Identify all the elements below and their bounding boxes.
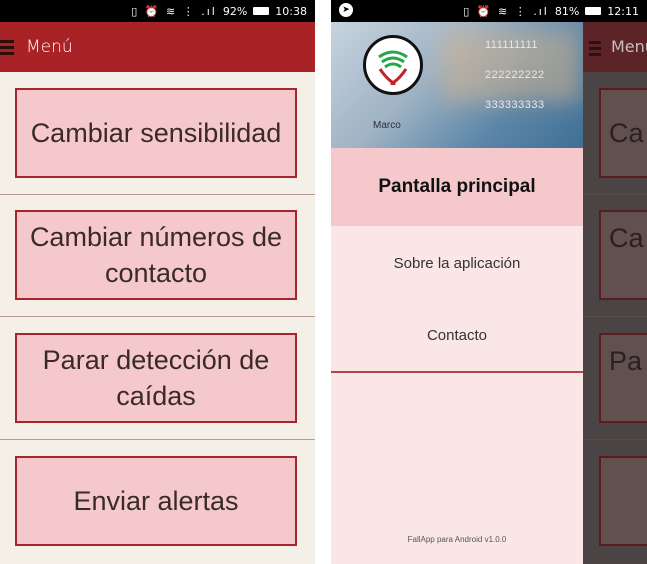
- send-alerts-button[interactable]: Enviar alertas: [15, 456, 297, 546]
- menu-icon: [589, 41, 601, 56]
- battery-percent: 81%: [554, 4, 580, 18]
- dimmed-background[interactable]: Menú Ca Ca Pa: [583, 22, 647, 564]
- location-icon: ➤: [339, 3, 353, 17]
- dimmed-app-bar: Menú: [583, 22, 647, 72]
- dimmed-button: Pa: [599, 333, 647, 423]
- dimmed-button: Ca: [599, 88, 647, 178]
- status-bar: ➤ ▯ ⏰ ≋ ⋮ .ıl 81% 12:11: [331, 0, 647, 22]
- clock: 12:11: [607, 4, 639, 18]
- change-contacts-button[interactable]: Cambiar números de contacto: [15, 210, 297, 300]
- stop-fall-detection-button[interactable]: Parar detección de caídas: [15, 333, 297, 423]
- battery-percent: 92%: [222, 4, 248, 18]
- divider: [0, 194, 315, 195]
- menu-content: Cambiar sensibilidad Cambiar números de …: [0, 72, 315, 564]
- divider: [0, 439, 315, 440]
- app-version: FallApp para Android v1.0.0: [407, 535, 507, 544]
- drawer-screen: ➤ ▯ ⏰ ≋ ⋮ .ıl 81% 12:11 Menú Ca Ca Pa: [331, 0, 647, 564]
- user-name: Marco: [373, 120, 401, 131]
- app-bar: Menú: [0, 22, 315, 72]
- battery-icon: [585, 7, 602, 15]
- status-icons: ▯ ⏰ ≋ ⋮ .ıl: [131, 4, 217, 18]
- battery-icon: [253, 7, 270, 15]
- dimmed-title: Menú: [611, 37, 647, 56]
- wifi-heart-logo-icon: [378, 50, 408, 85]
- app-bar-title: Menú: [26, 37, 73, 57]
- divider: [0, 316, 315, 317]
- divider: [583, 316, 647, 317]
- menu-icon[interactable]: [0, 39, 14, 55]
- navigation-drawer: 111111111 222222222 333333333 Marco Pant…: [331, 22, 583, 564]
- contact-number: 333333333: [485, 99, 545, 111]
- drawer-divider: [331, 371, 583, 373]
- status-icons: ▯ ⏰ ≋ ⋮ .ıl: [463, 4, 549, 18]
- dimmed-button: [599, 456, 647, 546]
- clock: 10:38: [275, 4, 307, 18]
- change-sensitivity-button[interactable]: Cambiar sensibilidad: [15, 88, 297, 178]
- drawer-item-contact[interactable]: Contacto: [331, 314, 583, 358]
- drawer-header: 111111111 222222222 333333333 Marco: [331, 22, 583, 148]
- divider: [583, 439, 647, 440]
- status-bar: ▯ ⏰ ≋ ⋮ .ıl 92% 10:38: [0, 0, 315, 22]
- divider: [583, 194, 647, 195]
- contact-number: 222222222: [485, 69, 545, 81]
- contact-number: 111111111: [485, 39, 539, 51]
- dimmed-button: Ca: [599, 210, 647, 300]
- drawer-item-about[interactable]: Sobre la aplicación: [331, 242, 583, 286]
- contact-numbers: 111111111 222222222 333333333: [485, 30, 545, 120]
- drawer-item-main-screen[interactable]: Pantalla principal: [331, 148, 583, 226]
- app-logo: [363, 35, 423, 95]
- main-menu-screen: ▯ ⏰ ≋ ⋮ .ıl 92% 10:38 Menú Cambiar sensi…: [0, 0, 315, 564]
